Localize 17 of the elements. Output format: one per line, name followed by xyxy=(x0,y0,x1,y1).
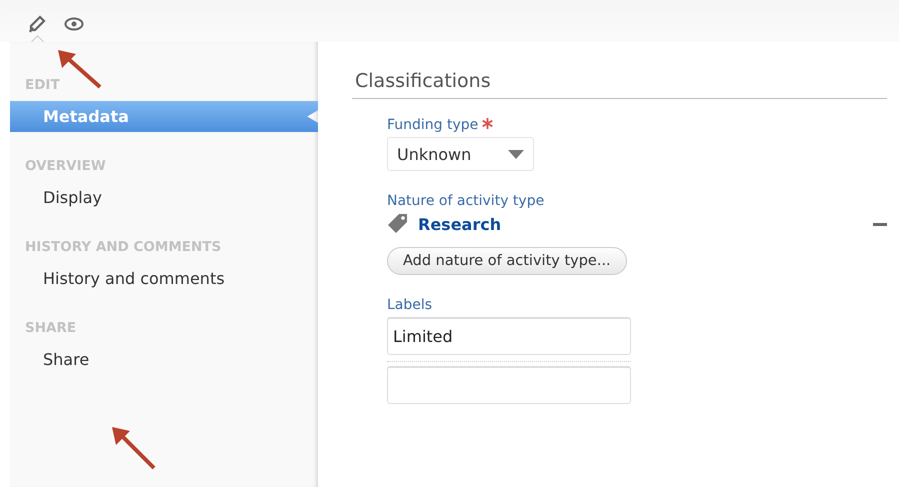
label-input-field[interactable]: Limited xyxy=(387,317,631,355)
dropdown-caret-icon xyxy=(508,150,524,158)
tag-link[interactable]: Research xyxy=(418,214,864,234)
annotation-arrow xyxy=(110,425,158,471)
sidebar-item[interactable]: History and comments xyxy=(10,263,318,294)
eye-icon[interactable] xyxy=(64,17,84,31)
field-label: Nature of activity type xyxy=(387,193,544,209)
tag-icon xyxy=(387,213,409,235)
add-button[interactable]: Add nature of activity type... xyxy=(387,247,627,275)
funding-type-dropdown[interactable]: Unknown xyxy=(387,137,534,171)
field-label: Labels xyxy=(387,297,432,313)
sidebar-item[interactable]: Display xyxy=(10,182,318,213)
sidebar-item[interactable]: Share xyxy=(10,344,318,375)
remove-button[interactable] xyxy=(873,222,887,226)
section-title: Classifications xyxy=(352,70,887,99)
label-input-field[interactable] xyxy=(387,366,631,404)
field-label: Funding type xyxy=(387,117,478,133)
